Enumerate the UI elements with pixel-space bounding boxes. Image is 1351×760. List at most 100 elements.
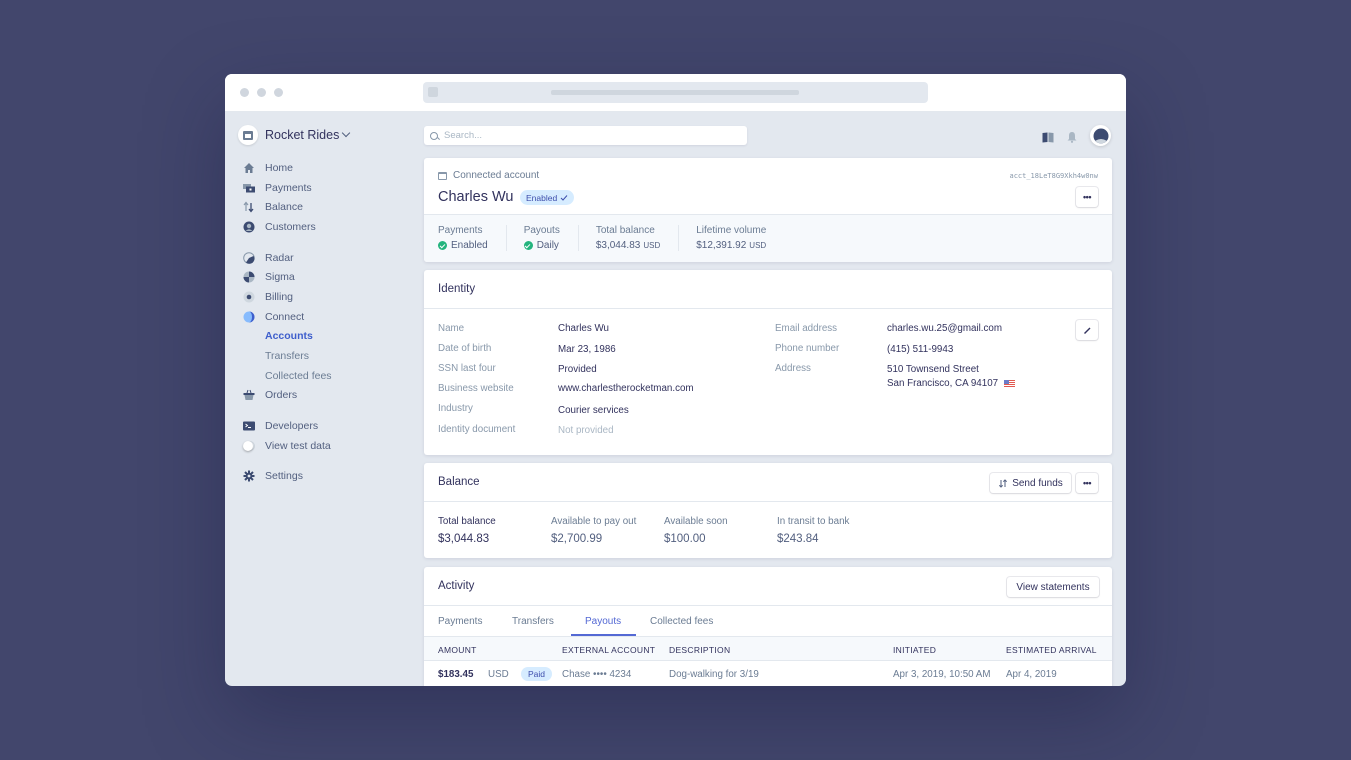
stat-value: Enabled <box>451 240 488 251</box>
billing-icon <box>243 291 255 303</box>
field-label: Name <box>438 323 465 334</box>
sidebar-item-collected-fees[interactable]: Collected fees <box>243 366 413 386</box>
active-tab-indicator <box>571 634 636 636</box>
chevron-down-icon <box>342 128 351 138</box>
field-label: Business website <box>438 383 514 394</box>
balance-more-button[interactable]: ••• <box>1076 473 1098 493</box>
payout-status-badge: Paid <box>521 667 553 681</box>
sidebar-item-balance[interactable]: Balance <box>243 197 413 217</box>
field-label: Identity document <box>438 424 516 435</box>
window-close-dot[interactable] <box>240 88 249 97</box>
sidebar: Rocket Rides Home Payments Balance Custo… <box>225 112 415 686</box>
window-minimize-dot[interactable] <box>257 88 266 97</box>
field-label: Address <box>775 363 811 374</box>
account-summary-card: Connected account Charles Wu Enabled acc… <box>424 158 1112 262</box>
column-header-description[interactable]: DESCRIPTION <box>669 645 730 655</box>
notifications-bell-icon[interactable] <box>1066 130 1078 143</box>
sidebar-item-developers[interactable]: Developers <box>243 416 413 436</box>
docs-book-icon[interactable] <box>1042 130 1054 142</box>
sidebar-item-label: Accounts <box>265 330 313 343</box>
field-label: Phone number <box>775 343 840 354</box>
field-value[interactable]: www.charlestherocketman.com <box>558 383 694 394</box>
field-value: charles.wu.25@gmail.com <box>887 323 1003 334</box>
tab-transfers[interactable]: Transfers <box>512 616 554 627</box>
identity-card: Identity Name Charles Wu Date of birth M… <box>424 270 1112 455</box>
user-avatar[interactable] <box>1090 125 1111 146</box>
sidebar-item-payments[interactable]: Payments <box>243 178 413 198</box>
balance-label: Available soon <box>664 516 728 527</box>
edit-identity-button[interactable] <box>1076 320 1098 340</box>
sidebar-item-radar[interactable]: Radar <box>243 248 413 268</box>
address-bar[interactable] <box>423 82 928 103</box>
send-funds-button[interactable]: Send funds <box>990 473 1071 493</box>
balance-label: Total balance <box>438 516 496 527</box>
sidebar-item-label: Transfers <box>265 350 309 363</box>
payout-external-account: Chase •••• 4234 <box>562 669 632 680</box>
stat-value: Daily <box>536 240 559 251</box>
sidebar-item-customers[interactable]: Customers <box>243 217 413 237</box>
tab-payouts[interactable]: Payouts <box>585 616 621 627</box>
column-header-initiated[interactable]: INITIATED <box>893 645 936 655</box>
sidebar-item-label: Connect <box>265 310 305 323</box>
balance-label: Available to pay out <box>551 516 637 527</box>
stat-currency: USD <box>749 241 767 250</box>
balance-available: Available to pay out $2,700.99 <box>551 516 664 545</box>
account-more-button[interactable]: ••• <box>1076 187 1098 207</box>
account-switcher[interactable]: Rocket Rides <box>238 125 351 145</box>
search-bar[interactable] <box>424 126 747 145</box>
field-value: Provided <box>558 364 597 375</box>
view-statements-label: View statements <box>1016 581 1090 593</box>
sidebar-item-transfers[interactable]: Transfers <box>243 346 413 366</box>
table-header: AMOUNT EXTERNAL ACCOUNT DESCRIPTION INIT… <box>424 637 1112 661</box>
sidebar-item-connect[interactable]: Connect <box>243 307 413 327</box>
column-header-amount[interactable]: AMOUNT <box>438 645 477 655</box>
sidebar-item-label: Payments <box>265 181 312 194</box>
activity-tabs: Payments Transfers Payouts Collected fee… <box>424 606 1112 637</box>
balance-label: In transit to bank <box>777 516 850 527</box>
orders-basket-icon <box>243 389 255 401</box>
column-header-external-account[interactable]: EXTERNAL ACCOUNT <box>562 645 655 655</box>
balance-value: $243.84 <box>777 533 819 545</box>
send-funds-label: Send funds <box>1012 477 1063 489</box>
field-label: Industry <box>438 403 473 414</box>
sidebar-item-label: Developers <box>265 420 319 433</box>
test-data-toggle[interactable] <box>243 440 255 452</box>
search-input[interactable] <box>444 130 724 141</box>
browser-window: Rocket Rides Home Payments Balance Custo… <box>225 74 1126 686</box>
field-value-line2: San Francisco, CA 94107 <box>887 378 1016 389</box>
account-type-label: Connected account <box>453 170 540 181</box>
sidebar-item-sigma[interactable]: Sigma <box>243 267 413 287</box>
window-zoom-dot[interactable] <box>274 88 283 97</box>
balance-value: $2,700.99 <box>551 533 603 545</box>
field-value: Not provided <box>558 425 614 436</box>
sidebar-item-billing[interactable]: Billing <box>243 287 413 307</box>
sidebar-item-label: Orders <box>265 389 298 402</box>
column-header-estimated-arrival[interactable]: ESTIMATED ARRIVAL <box>1006 645 1097 655</box>
status-badge: Enabled <box>520 190 575 205</box>
tab-payments[interactable]: Payments <box>438 616 482 627</box>
terminal-icon <box>243 420 255 432</box>
sidebar-item-settings[interactable]: Settings <box>243 467 413 487</box>
sidebar-item-orders[interactable]: Orders <box>243 386 413 406</box>
sidebar-item-view-test-data[interactable]: View test data <box>243 436 413 456</box>
account-name: Rocket Rides <box>265 128 340 142</box>
favicon-placeholder <box>428 87 438 97</box>
radar-icon <box>243 251 255 264</box>
sidebar-item-accounts[interactable]: Accounts <box>243 327 413 347</box>
sidebar-item-home[interactable]: Home <box>243 158 413 178</box>
account-stats: Payments Enabled Payouts Daily Total bal… <box>424 215 1112 262</box>
view-statements-button[interactable]: View statements <box>1007 577 1099 597</box>
sidebar-item-label: Settings <box>265 470 303 483</box>
balance-title: Balance <box>438 476 480 488</box>
stat-label: Lifetime volume <box>696 225 767 236</box>
field-value: Mar 23, 1986 <box>558 344 616 355</box>
search-icon <box>430 131 438 140</box>
customers-icon <box>243 221 255 233</box>
tab-collected-fees[interactable]: Collected fees <box>650 616 713 627</box>
account-id[interactable]: acct_18LeT8G9Xkh4w0nw <box>1009 172 1098 180</box>
payments-icon <box>243 182 255 194</box>
status-badge-label: Enabled <box>526 192 558 203</box>
balance-card: Balance Send funds ••• Total balance $3,… <box>424 463 1112 558</box>
ellipsis-icon: ••• <box>1083 192 1091 202</box>
table-row[interactable]: $183.45 USD Paid Chase •••• 4234 Dog-wal… <box>424 661 1112 686</box>
